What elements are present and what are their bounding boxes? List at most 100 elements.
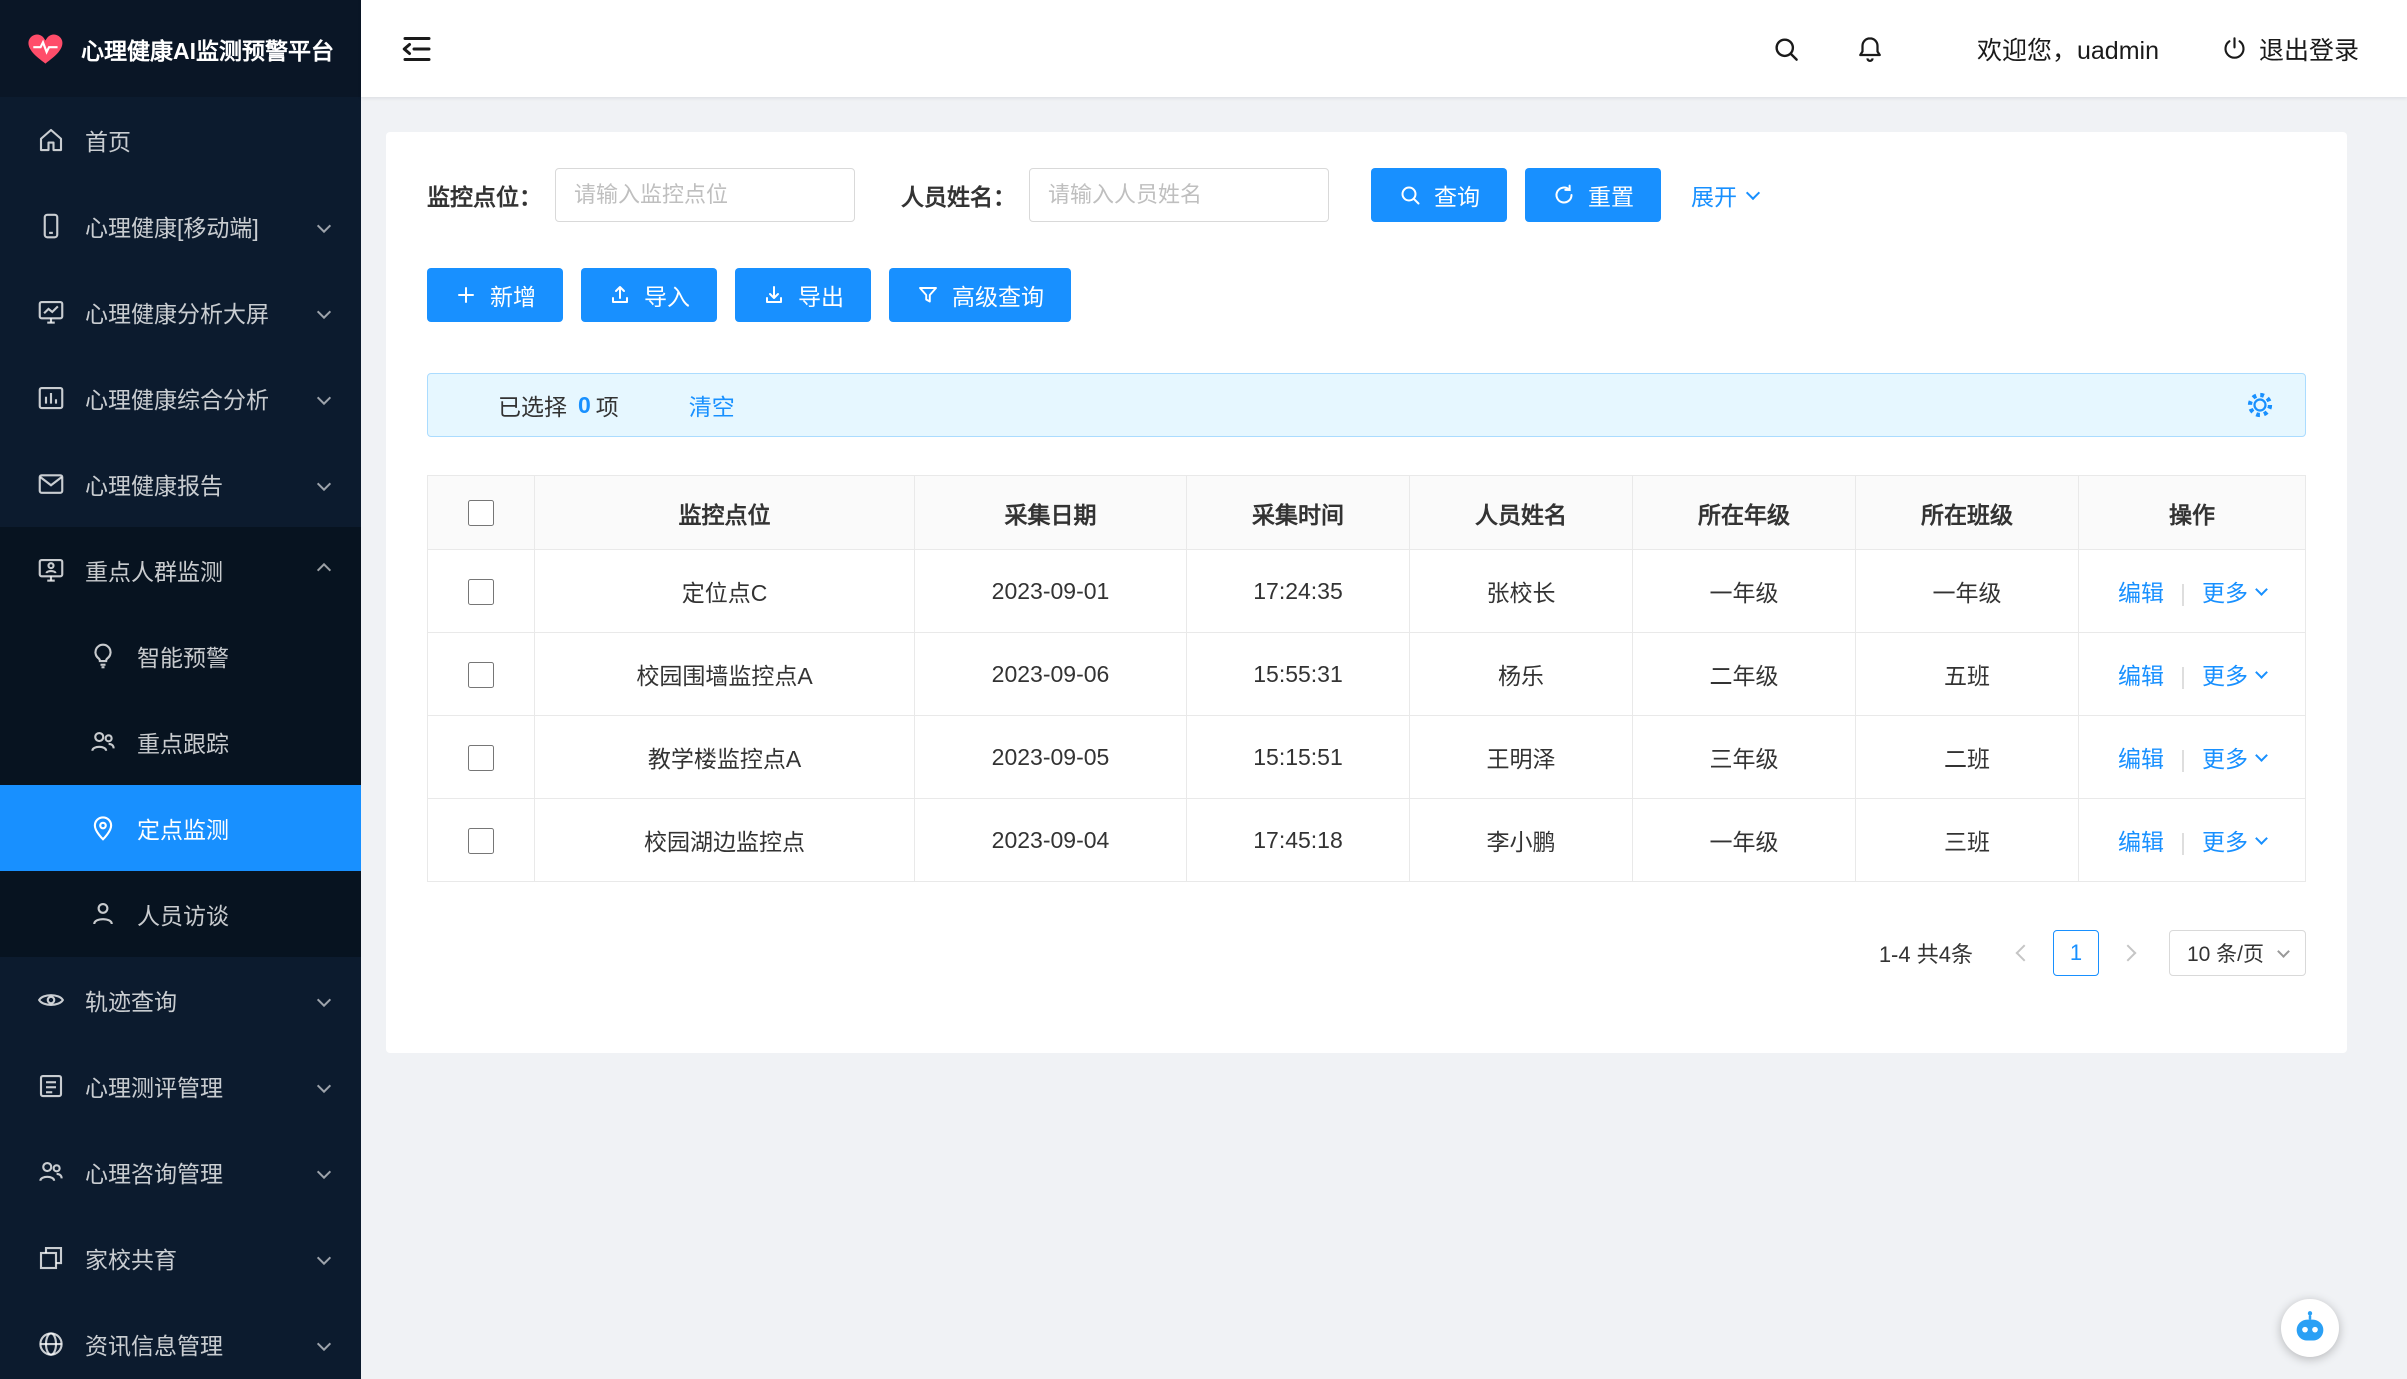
sidebar-item-news-management[interactable]: 资讯信息管理 [0,1301,361,1379]
cell-time: 17:24:35 [1187,550,1410,633]
row-checkbox[interactable] [468,579,494,605]
chatbot-button[interactable] [2281,1299,2339,1357]
search-icon[interactable] [1771,34,1801,64]
sidebar-item-trajectory-query[interactable]: 轨迹查询 [0,957,361,1043]
cell-grade: 三年级 [1633,716,1856,799]
row-checkbox[interactable] [468,662,494,688]
filter-name-label: 人员姓名： [901,178,1016,212]
search-button[interactable]: 查询 [1371,168,1507,222]
sidebar-item-label: 心理健康分析大屏 [85,295,269,329]
sidebar-item-fixed-point-monitor[interactable]: 定点监测 [0,785,361,871]
export-button-label: 导出 [798,278,844,312]
chevron-down-icon [319,479,329,489]
page-size-value: 10 条/页 [2187,938,2264,968]
expand-link[interactable]: 展开 [1691,178,1758,212]
sidebar-submenu: 智能预警 重点跟踪 定点监测 人员访谈 [0,613,361,957]
logout-label: 退出登录 [2259,31,2359,67]
sidebar-item-key-population-monitor[interactable]: 重点人群监测 [0,527,361,613]
gear-icon[interactable] [2245,390,2275,420]
filter-funnel-icon [916,283,940,307]
edit-link[interactable]: 编辑 [2118,574,2164,608]
add-button-label: 新增 [490,278,536,312]
app-title: 心理健康AI监测预警平台 [81,32,334,66]
select-all-cell [428,476,535,550]
import-button[interactable]: 导入 [581,268,717,322]
cell-date: 2023-09-04 [915,799,1187,882]
sidebar-item-report[interactable]: 心理健康报告 [0,441,361,527]
row-checkbox[interactable] [468,828,494,854]
table-row: 教学楼监控点A 2023-09-05 15:15:51 王明泽 三年级 二班 编… [428,716,2306,799]
sidebar-item-home-school[interactable]: 家校共育 [0,1215,361,1301]
menu-collapse-button[interactable] [399,31,435,67]
pagination-total: 1-4 共4条 [1879,937,1973,969]
cell-ops: 编辑 | 更多 [2079,633,2306,716]
page-number-button[interactable]: 1 [2053,930,2099,976]
chevron-down-icon [2277,945,2290,958]
sidebar-item-key-tracking[interactable]: 重点跟踪 [0,699,361,785]
table-header-row: 监控点位 采集日期 采集时间 人员姓名 所在年级 所在班级 操作 [428,476,2306,550]
sidebar-item-personnel-interview[interactable]: 人员访谈 [0,871,361,957]
sidebar-item-mobile[interactable]: 心理健康[移动端] [0,183,361,269]
reset-button[interactable]: 重置 [1525,168,1661,222]
op-divider: | [2180,663,2186,689]
topbar: 欢迎您，uadmin 退出登录 [361,0,2407,97]
chevron-down-icon [319,1167,329,1177]
edit-link[interactable]: 编辑 [2118,823,2164,857]
advanced-query-button[interactable]: 高级查询 [889,268,1071,322]
mobile-icon [36,211,66,241]
sidebar-item-label: 首页 [85,123,131,157]
cell-time: 15:15:51 [1187,716,1410,799]
more-link[interactable]: 更多 [2202,823,2266,857]
chevron-down-icon [319,1339,329,1349]
edit-link[interactable]: 编辑 [2118,740,2164,774]
robot-icon [2290,1308,2330,1348]
content-area: 监控点位： 人员姓名： 查询 重置 展开 [361,97,2407,1379]
globe-icon [36,1329,66,1359]
previous-page-button[interactable] [2001,930,2047,976]
page-size-select[interactable]: 10 条/页 [2169,930,2306,976]
cell-name: 杨乐 [1410,633,1633,716]
cell-class: 五班 [1856,633,2079,716]
bell-icon[interactable] [1855,34,1885,64]
selected-count: 0 [578,392,591,419]
next-page-button[interactable] [2105,930,2151,976]
topbar-right: 欢迎您，uadmin 退出登录 [1717,31,2359,67]
more-link[interactable]: 更多 [2202,574,2266,608]
table-row: 校园湖边监控点 2023-09-04 17:45:18 李小鹏 一年级 三班 编… [428,799,2306,882]
chevron-down-icon [319,221,329,231]
edit-link[interactable]: 编辑 [2118,657,2164,691]
refresh-icon [1552,183,1576,207]
search-icon [1398,183,1422,207]
monitor-group-icon [36,555,66,585]
select-all-checkbox[interactable] [468,500,494,526]
cell-name: 张校长 [1410,550,1633,633]
cell-grade: 一年级 [1633,799,1856,882]
logout-button[interactable]: 退出登录 [2221,31,2359,67]
sidebar-item-comprehensive-analysis[interactable]: 心理健康综合分析 [0,355,361,441]
sidebar-item-assessment-management[interactable]: 心理测评管理 [0,1043,361,1129]
more-link[interactable]: 更多 [2202,657,2266,691]
cell-grade: 二年级 [1633,633,1856,716]
cell-date: 2023-09-06 [915,633,1187,716]
more-link[interactable]: 更多 [2202,740,2266,774]
sidebar-item-analysis-screen[interactable]: 心理健康分析大屏 [0,269,361,355]
cell-point: 校园湖边监控点 [535,799,915,882]
name-input[interactable] [1029,168,1329,222]
sidebar-item-counseling-management[interactable]: 心理咨询管理 [0,1129,361,1215]
point-input[interactable] [555,168,855,222]
sidebar-item-label: 定点监测 [137,811,229,845]
add-button[interactable]: 新增 [427,268,563,322]
data-table: 监控点位 采集日期 采集时间 人员姓名 所在年级 所在班级 操作 定位点C [427,475,2306,882]
sidebar-item-label: 资讯信息管理 [85,1327,223,1361]
row-checkbox[interactable] [468,745,494,771]
column-header: 操作 [2079,476,2306,550]
chevron-down-icon [2255,666,2268,679]
sidebar-item-smart-warning[interactable]: 智能预警 [0,613,361,699]
reset-button-label: 重置 [1588,178,1634,212]
chart-screen-icon [36,297,66,327]
clear-selection-link[interactable]: 清空 [689,388,735,422]
export-button[interactable]: 导出 [735,268,871,322]
column-header: 所在班级 [1856,476,2079,550]
sidebar-item-home[interactable]: 首页 [0,97,361,183]
eye-icon [36,985,66,1015]
